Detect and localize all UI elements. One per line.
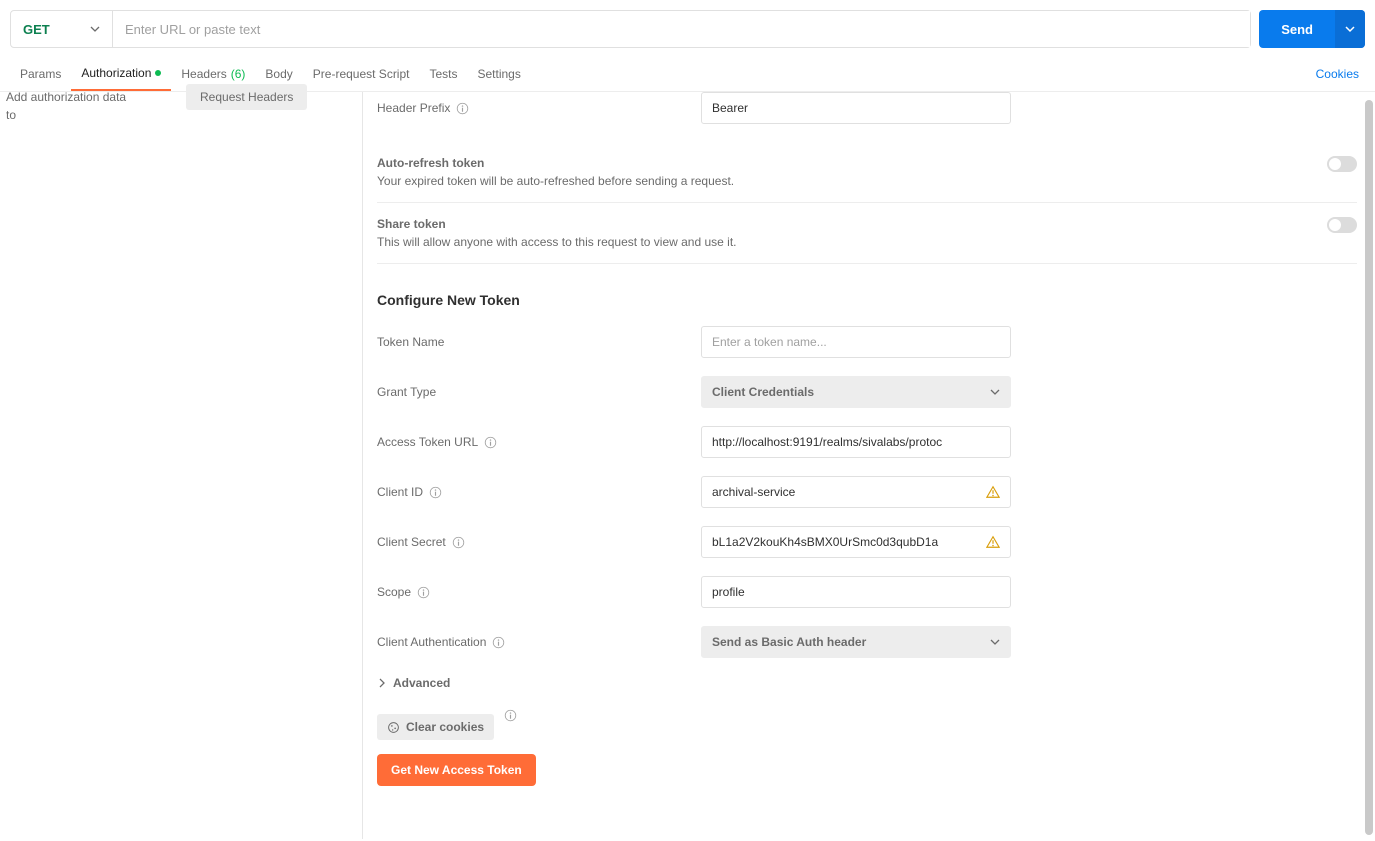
client-secret-label: Client Secret — [377, 535, 446, 549]
request-headers-pill[interactable]: Request Headers — [186, 84, 307, 110]
get-token-label: Get New Access Token — [391, 763, 522, 777]
advanced-toggle[interactable]: Advanced — [377, 676, 1357, 690]
scope-label: Scope — [377, 585, 411, 599]
tab-tests[interactable]: Tests — [419, 56, 467, 91]
tab-label: Body — [265, 67, 292, 81]
chevron-down-icon — [90, 24, 100, 34]
client-auth-select[interactable]: Send as Basic Auth header — [701, 626, 1011, 658]
info-icon[interactable] — [484, 436, 497, 449]
chevron-right-icon — [377, 678, 387, 688]
info-icon[interactable] — [504, 709, 517, 722]
share-token-row: Share token This will allow anyone with … — [377, 203, 1357, 264]
auto-refresh-row: Auto-refresh token Your expired token wi… — [377, 142, 1357, 203]
configure-token-heading: Configure New Token — [377, 292, 1357, 308]
access-token-url-label: Access Token URL — [377, 435, 478, 449]
tab-label: Headers — [181, 67, 226, 81]
tab-prerequest[interactable]: Pre-request Script — [303, 56, 420, 91]
auto-refresh-title: Auto-refresh token — [377, 156, 1327, 170]
token-name-label: Token Name — [377, 335, 444, 349]
client-id-label: Client ID — [377, 485, 423, 499]
client-id-input[interactable] — [701, 476, 1011, 508]
send-label: Send — [1281, 22, 1313, 37]
url-input[interactable] — [113, 11, 1250, 47]
clear-cookies-label: Clear cookies — [406, 720, 484, 734]
tab-label: Params — [20, 67, 61, 81]
tab-authorization[interactable]: Authorization — [71, 56, 171, 91]
http-method-label: GET — [23, 22, 50, 37]
client-secret-input[interactable] — [701, 526, 1011, 558]
info-icon[interactable] — [417, 586, 430, 599]
grant-type-select[interactable]: Client Credentials — [701, 376, 1011, 408]
status-dot-icon — [155, 70, 161, 76]
clear-cookies-button[interactable]: Clear cookies — [377, 714, 494, 740]
auto-refresh-toggle[interactable] — [1327, 156, 1357, 172]
tab-params[interactable]: Params — [10, 56, 71, 91]
pill-label: Request Headers — [200, 90, 293, 104]
select-value: Send as Basic Auth header — [712, 635, 866, 649]
http-method-select[interactable]: GET — [11, 11, 113, 47]
tab-label: Tests — [429, 67, 457, 81]
auth-left-panel: Add authorization data to Request Header… — [0, 92, 362, 839]
chevron-down-icon — [990, 637, 1000, 647]
header-prefix-input[interactable] — [701, 92, 1011, 124]
auto-refresh-desc: Your expired token will be auto-refreshe… — [377, 174, 1327, 188]
info-icon[interactable] — [492, 636, 505, 649]
cookies-label: Cookies — [1316, 67, 1359, 81]
info-icon[interactable] — [456, 102, 469, 115]
scope-input[interactable] — [701, 576, 1011, 608]
get-new-access-token-button[interactable]: Get New Access Token — [377, 754, 536, 786]
send-dropdown-button[interactable] — [1335, 10, 1365, 48]
info-icon[interactable] — [429, 486, 442, 499]
share-token-desc: This will allow anyone with access to th… — [377, 235, 1327, 249]
cookies-link[interactable]: Cookies — [1310, 67, 1365, 81]
tab-label: Authorization — [81, 66, 151, 80]
url-group: GET — [10, 10, 1251, 48]
chevron-down-icon — [990, 387, 1000, 397]
warning-icon — [986, 485, 1000, 499]
chevron-down-icon — [1345, 24, 1355, 34]
send-button-group: Send — [1259, 10, 1365, 48]
share-token-toggle[interactable] — [1327, 217, 1357, 233]
info-icon[interactable] — [452, 536, 465, 549]
auth-config-panel: Header Prefix Auto-refresh token Your ex… — [363, 92, 1375, 839]
advanced-label: Advanced — [393, 676, 450, 690]
grant-type-label: Grant Type — [377, 385, 436, 399]
share-token-title: Share token — [377, 217, 1327, 231]
scrollbar[interactable] — [1365, 100, 1373, 835]
headers-count: (6) — [231, 67, 246, 81]
cookie-icon — [387, 721, 400, 734]
send-button[interactable]: Send — [1259, 10, 1335, 48]
tab-label: Pre-request Script — [313, 67, 410, 81]
tab-label: Settings — [478, 67, 521, 81]
select-value: Client Credentials — [712, 385, 814, 399]
access-token-url-input[interactable] — [701, 426, 1011, 458]
tab-settings[interactable]: Settings — [468, 56, 531, 91]
warning-icon — [986, 535, 1000, 549]
header-prefix-label: Header Prefix — [377, 101, 450, 115]
client-auth-label: Client Authentication — [377, 635, 486, 649]
token-name-input[interactable] — [701, 326, 1011, 358]
